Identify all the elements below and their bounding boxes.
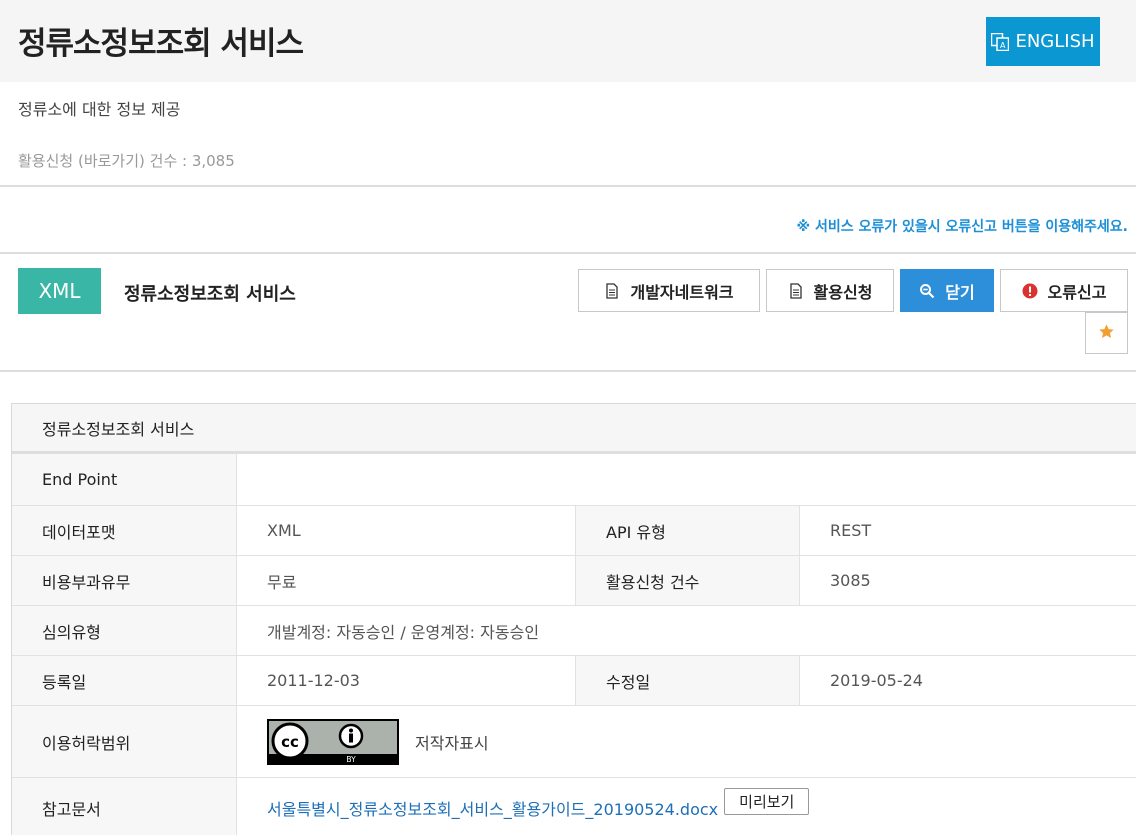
apply-count-value: 3085 xyxy=(830,571,871,590)
format-value: XML xyxy=(267,521,301,540)
error-notice: ※ 서비스 오류가 있을시 오류신고 버튼을 이용해주세요. xyxy=(796,219,1128,235)
table-row: 비용부과유무 무료 활용신청 건수 3085 xyxy=(12,556,1136,606)
report-error-button[interactable]: 오류신고 xyxy=(1000,269,1128,312)
detail-panel: 정류소정보조회 서비스 End Point 데이터포맷 XML API 유형 R… xyxy=(11,403,1136,835)
ref-doc-value: 서울특별시_정류소정보조회_서비스_활용가이드_20190524.docx 미리… xyxy=(237,778,1136,835)
english-button[interactable]: A ENGLISH xyxy=(986,17,1100,66)
table-row: 참고문서 서울특별시_정류소정보조회_서비스_활용가이드_20190524.do… xyxy=(12,778,1136,835)
api-type-value: REST xyxy=(830,521,872,540)
cc-by-badge: cc BY xyxy=(267,718,399,765)
review-label: 심의유형 xyxy=(12,606,237,655)
document-icon xyxy=(604,282,620,299)
cc-by-text: BY xyxy=(346,755,356,763)
license-text: 저작자표시 xyxy=(415,733,489,753)
apply-stats[interactable]: 활용신청 (바로가기) 건수 : 3,085 xyxy=(18,150,235,171)
svg-text:A: A xyxy=(1001,41,1007,50)
dev-network-label: 개발자네트워크 xyxy=(630,282,734,302)
dev-network-button[interactable]: 개발자네트워크 xyxy=(578,269,760,312)
license-value: cc BY 저작자표시 xyxy=(237,706,1136,777)
fee-value: 무료 xyxy=(267,572,297,592)
apply-label: 활용신청 xyxy=(813,282,873,302)
divider xyxy=(0,370,1136,372)
divider xyxy=(0,185,1136,187)
mod-date-value: 2019-05-24 xyxy=(830,671,923,690)
apply-button[interactable]: 활용신청 xyxy=(766,269,894,312)
close-button[interactable]: 닫기 xyxy=(900,269,994,312)
fee-label: 비용부과유무 xyxy=(12,556,237,605)
star-icon xyxy=(1098,323,1115,344)
table-row: 심의유형 개발계정: 자동승인 / 운영계정: 자동승인 xyxy=(12,606,1136,656)
zoom-out-icon xyxy=(919,283,935,299)
ref-doc-link[interactable]: 서울특별시_정류소정보조회_서비스_활용가이드_20190524.docx xyxy=(267,796,718,820)
page-title: 정류소정보조회 서비스 xyxy=(18,26,304,62)
close-label: 닫기 xyxy=(945,282,975,302)
preview-button[interactable]: 미리보기 xyxy=(724,787,810,815)
divider xyxy=(0,252,1136,254)
reg-date-value: 2011-12-03 xyxy=(267,671,360,690)
detail-title: 정류소정보조회 서비스 xyxy=(12,404,1136,454)
table-row: 등록일 2011-12-03 수정일 2019-05-24 xyxy=(12,656,1136,706)
table-row: End Point xyxy=(12,454,1136,506)
alert-icon xyxy=(1022,283,1038,299)
ref-doc-label: 참고문서 xyxy=(12,778,237,835)
report-error-label: 오류신고 xyxy=(1047,282,1107,302)
review-value: 개발계정: 자동승인 / 운영계정: 자동승인 xyxy=(267,622,540,642)
translate-icon: A xyxy=(991,32,1010,51)
license-label: 이용허락범위 xyxy=(12,706,237,777)
format-badge: XML xyxy=(18,268,101,314)
mod-date-label: 수정일 xyxy=(575,656,800,705)
apply-count-label: 활용신청 건수 xyxy=(575,556,800,605)
reg-date-label: 등록일 xyxy=(12,656,237,705)
endpoint-value xyxy=(237,454,1136,505)
svg-text:cc: cc xyxy=(281,733,299,751)
table-row: 데이터포맷 XML API 유형 REST xyxy=(12,506,1136,556)
endpoint-label: End Point xyxy=(12,454,237,505)
favorite-button[interactable] xyxy=(1085,312,1128,354)
english-label: ENGLISH xyxy=(1015,31,1095,52)
api-type-label: API 유형 xyxy=(575,506,800,555)
service-name: 정류소정보조회 서비스 xyxy=(124,284,296,305)
document-icon xyxy=(788,282,804,299)
table-row: 이용허락범위 cc BY 저작자표시 xyxy=(12,706,1136,778)
service-description: 정류소에 대한 정보 제공 xyxy=(18,100,181,119)
format-label: 데이터포맷 xyxy=(12,506,237,555)
